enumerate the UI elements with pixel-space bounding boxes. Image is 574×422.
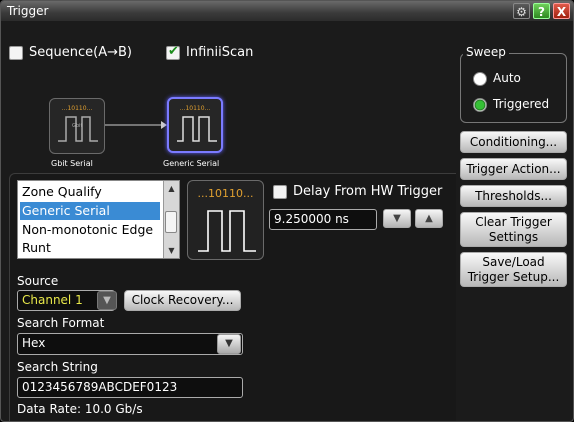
- delay-checkbox[interactable]: [273, 185, 287, 199]
- sweep-triggered-label: Triggered: [493, 97, 550, 111]
- dialog-title: Trigger: [7, 4, 49, 18]
- scroll-down-icon[interactable]: ▼: [164, 243, 179, 258]
- list-item-selected[interactable]: Generic Serial: [20, 202, 160, 220]
- search-format-value: Hex: [22, 336, 46, 350]
- source-label: Source: [17, 274, 59, 288]
- search-string-field[interactable]: 0123456789ABCDEF0123: [17, 377, 243, 398]
- generic-serial-caption: Generic Serial: [163, 159, 220, 168]
- list-item[interactable]: Non-monotonic Edge: [20, 221, 160, 239]
- title-bar: Trigger ⚙ ? X: [1, 1, 573, 21]
- sweep-auto-radio[interactable]: [473, 72, 487, 86]
- sequence-label: Sequence(A→B): [29, 45, 132, 60]
- infiniiscan-checkbox[interactable]: [166, 44, 180, 60]
- delay-increment-button[interactable]: ▲: [415, 209, 443, 228]
- thresholds-button[interactable]: Thresholds...: [460, 185, 567, 207]
- source-dropdown-icon[interactable]: ▼: [97, 291, 117, 310]
- clear-trigger-settings-button[interactable]: Clear Trigger Settings: [460, 212, 567, 247]
- gear-icon[interactable]: ⚙: [513, 3, 530, 19]
- sweep-group: [460, 53, 567, 123]
- sweep-label: Sweep: [463, 45, 509, 59]
- clear-trigger-line1: Clear Trigger: [475, 215, 552, 229]
- list-scrollbar[interactable]: ▲ ▼: [163, 181, 179, 258]
- conditioning-button[interactable]: Conditioning...: [460, 131, 567, 153]
- source-value: Channel 1: [22, 293, 83, 307]
- sweep-auto-label: Auto: [493, 71, 521, 85]
- preview-bits: ...10110...: [197, 187, 254, 200]
- help-button[interactable]: ?: [533, 3, 550, 19]
- trigger-dialog: Trigger ⚙ ? X Sequence(A→B) InfiniiScan …: [0, 0, 574, 422]
- generic-serial-block[interactable]: ...10110...: [167, 97, 223, 153]
- search-format-label: Search Format: [17, 316, 105, 330]
- infiniiscan-label: InfiniiScan: [186, 45, 254, 60]
- gbit-serial-bits: ...10110...: [61, 105, 93, 112]
- waveform-preview: ...10110...: [187, 180, 264, 260]
- clear-trigger-line2: Settings: [488, 230, 539, 244]
- close-button[interactable]: X: [553, 3, 570, 19]
- list-item[interactable]: Runt: [20, 239, 160, 257]
- save-load-line1: Save/Load: [482, 255, 545, 269]
- gbit-serial-caption: Gbit Serial: [51, 159, 93, 168]
- generic-serial-bits: ...10110...: [179, 105, 211, 112]
- sequence-arrow-icon: [105, 121, 167, 129]
- delay-label: Delay From HW Trigger: [293, 184, 443, 199]
- waveform-icon: [177, 116, 217, 142]
- sequence-checkbox[interactable]: [9, 46, 23, 60]
- gbit-inner-label: Gbit: [72, 123, 83, 129]
- gbit-serial-block[interactable]: ...10110... Gbit: [49, 98, 105, 154]
- save-load-line2: Trigger Setup...: [467, 270, 560, 284]
- search-string-label: Search String: [17, 360, 98, 374]
- save-load-trigger-setup-button[interactable]: Save/Load Trigger Setup...: [460, 252, 567, 287]
- scroll-thumb[interactable]: [165, 211, 177, 233]
- data-rate-text: Data Rate: 10.0 Gb/s: [17, 402, 143, 416]
- trigger-action-button[interactable]: Trigger Action...: [460, 158, 567, 180]
- clock-recovery-button[interactable]: Clock Recovery...: [124, 290, 241, 311]
- delay-decrement-button[interactable]: ▼: [383, 209, 411, 228]
- search-format-select[interactable]: Hex: [17, 333, 243, 355]
- waveform-icon: [198, 210, 256, 252]
- delay-value-field[interactable]: 9.250000 ns: [269, 209, 377, 230]
- search-format-dropdown-icon[interactable]: ▼: [217, 334, 241, 354]
- list-item[interactable]: Zone Qualify: [20, 183, 160, 201]
- scroll-up-icon[interactable]: ▲: [164, 181, 179, 196]
- trigger-mode-list[interactable]: Zone Qualify Generic Serial Non-monotoni…: [17, 180, 180, 259]
- sweep-triggered-radio[interactable]: [473, 98, 487, 112]
